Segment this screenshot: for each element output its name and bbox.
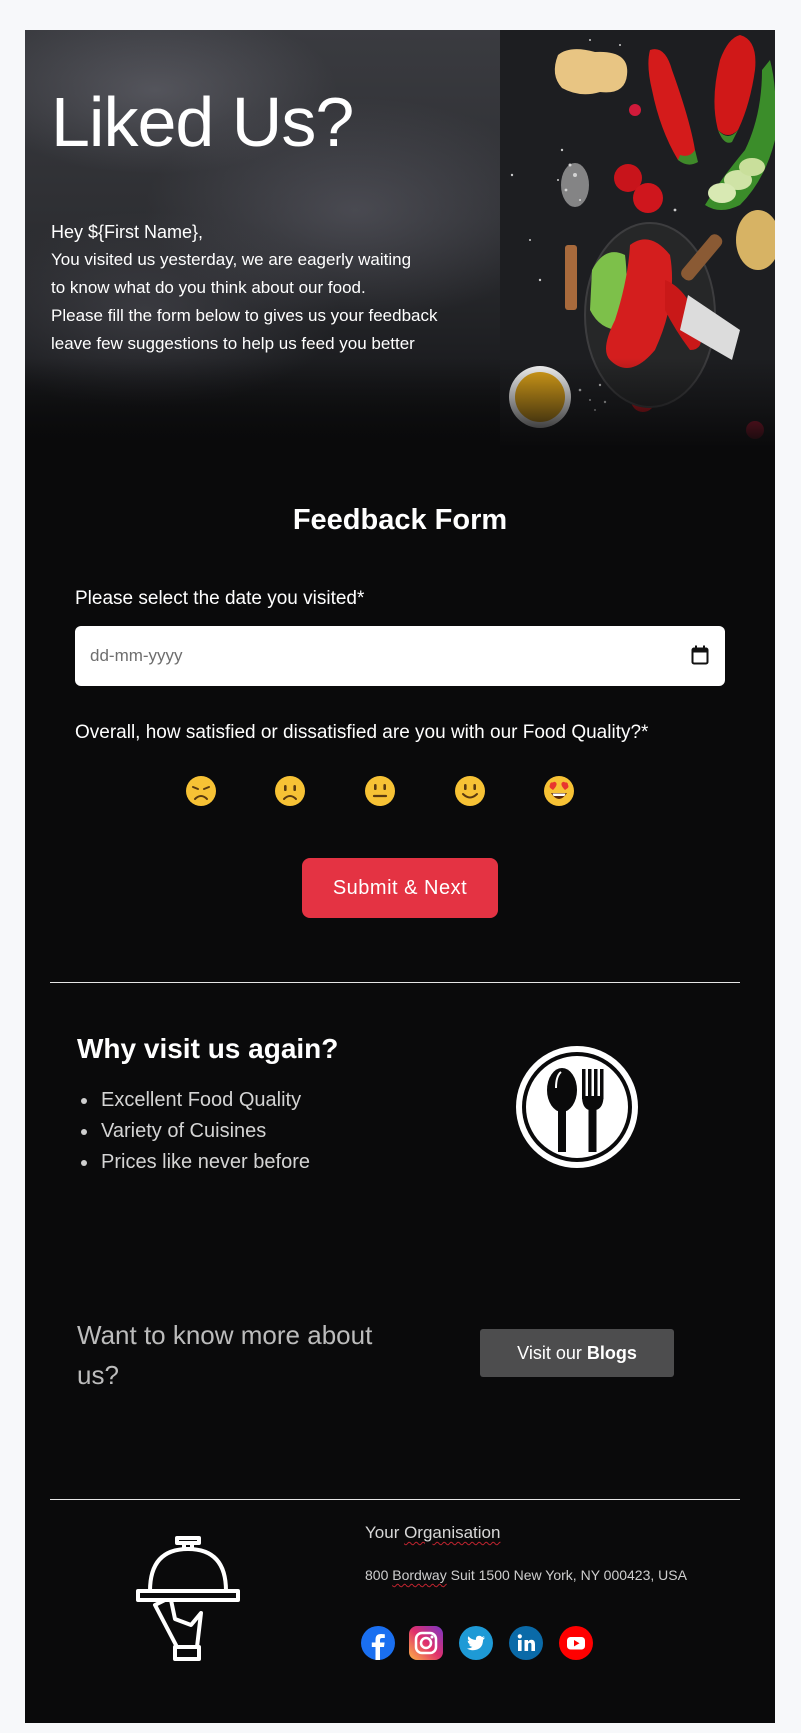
more-info-text: Want to know more about us?: [77, 1320, 373, 1390]
cloche-logo-icon: [136, 1536, 240, 1661]
email-container: Liked Us? Hey ${First Name}, You visited…: [25, 30, 775, 1723]
facebook-icon[interactable]: [361, 1626, 395, 1660]
hero-banner: Liked Us? Hey ${First Name}, You visited…: [25, 30, 775, 448]
message-line: to know what do you think about our food…: [51, 278, 366, 297]
address-prefix: 800: [365, 1567, 393, 1583]
message-line: leave few suggestions to help us feed yo…: [51, 334, 415, 353]
hero-message: Hey ${First Name}, You visited us yester…: [51, 218, 437, 358]
org-word: Organisation: [404, 1523, 501, 1542]
cutlery-icon: [516, 1046, 638, 1168]
visit-date-input[interactable]: dd-mm-yyyy: [75, 626, 725, 686]
organisation-name: Your Organisation: [365, 1523, 500, 1543]
date-placeholder: dd-mm-yyyy: [90, 646, 183, 665]
list-item: Excellent Food Quality: [77, 1085, 310, 1116]
list-item: Prices like never before: [77, 1147, 310, 1178]
organisation-address: 800 Bordway Suit 1500 New York, NY 00042…: [365, 1567, 687, 1583]
rating-options: [25, 775, 775, 815]
heart-eyes-face-icon[interactable]: [543, 775, 575, 807]
frowning-face-icon[interactable]: [274, 775, 306, 807]
linkedin-icon[interactable]: [509, 1626, 543, 1660]
list-item: Variety of Cuisines: [77, 1116, 310, 1147]
hero-fade: [25, 358, 775, 448]
visit-blogs-button[interactable]: Visit our Blogs: [480, 1329, 674, 1377]
smiling-face-icon[interactable]: [454, 775, 486, 807]
blog-button-bold: Blogs: [586, 1342, 637, 1363]
youtube-icon[interactable]: [559, 1626, 593, 1660]
why-list: Excellent Food Quality Variety of Cuisin…: [77, 1085, 310, 1178]
disappointed-face-icon[interactable]: [185, 775, 217, 807]
instagram-icon[interactable]: [409, 1626, 443, 1660]
message-line: Please fill the form below to gives us y…: [51, 306, 438, 325]
org-prefix: Your: [365, 1523, 405, 1542]
message-line: You visited us yesterday, we are eagerly…: [51, 250, 412, 269]
submit-next-button[interactable]: Submit & Next: [302, 858, 498, 918]
rating-label: Overall, how satisfied or dissatisfied a…: [75, 722, 649, 743]
section-divider: [50, 982, 740, 983]
date-label: Please select the date you visited*: [75, 588, 365, 609]
address-street: Bordway: [392, 1567, 447, 1583]
hero-title: Liked Us?: [51, 83, 354, 161]
footer-divider: [50, 1499, 740, 1500]
calendar-icon[interactable]: [691, 645, 709, 665]
form-title: Feedback Form: [292, 504, 508, 536]
address-suffix: Suit 1500 New York, NY 000423, USA: [446, 1567, 687, 1583]
greeting-text: Hey ${First Name},: [51, 222, 204, 242]
why-title: Why visit us again?: [77, 1033, 339, 1064]
neutral-face-icon[interactable]: [364, 775, 396, 807]
twitter-icon[interactable]: [459, 1626, 493, 1660]
blog-button-prefix: Visit our: [517, 1342, 587, 1363]
